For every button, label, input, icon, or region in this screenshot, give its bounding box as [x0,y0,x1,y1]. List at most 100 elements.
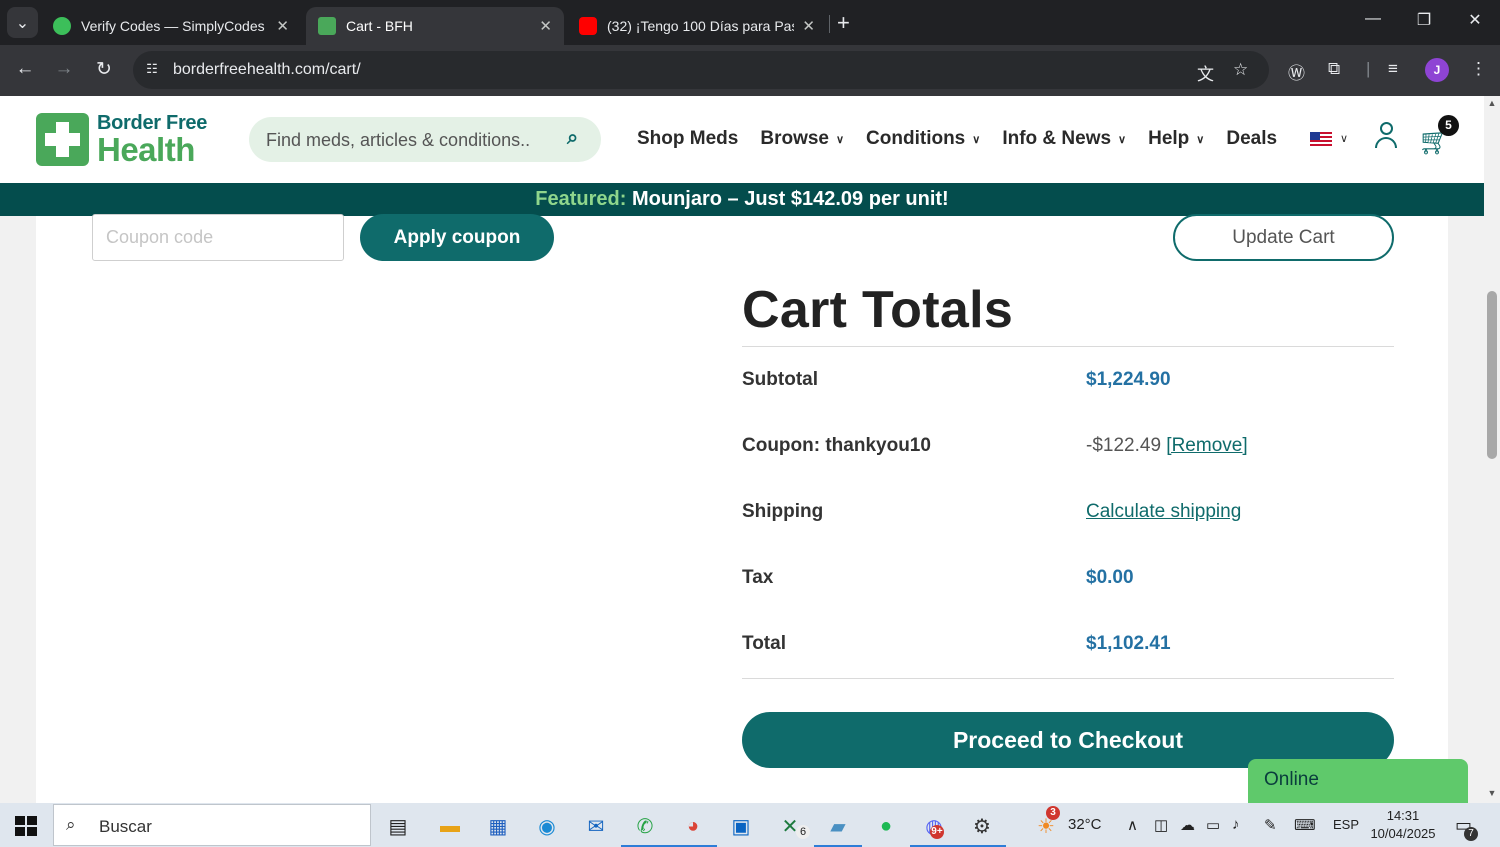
scroll-up-arrow-icon[interactable]: ▲ [1487,98,1497,108]
calculate-shipping-link[interactable]: Calculate shipping [1086,501,1241,523]
mail-icon[interactable]: ✉ [580,811,612,841]
restore-icon[interactable]: ❐ [1401,10,1447,30]
scrollbar-thumb[interactable] [1487,291,1497,459]
extension-w-icon[interactable]: Ⓦ [1288,59,1305,84]
logo-text-line1: Border Free [97,112,208,134]
tab-title: Cart - BFH [346,18,413,34]
address-bar[interactable]: ☷ borderfreehealth.com/cart/ 文 ☆ [133,51,1269,89]
edge-icon[interactable]: ◉ [531,811,563,841]
youtube-favicon-icon [579,17,597,35]
featured-promo-bar[interactable]: Featured: Mounjaro – Just $142.09 per un… [0,183,1484,216]
tab-youtube[interactable]: (32) ¡Tengo 100 Días para Pasar ✕ [567,7,827,45]
minimize-icon[interactable]: — [1350,10,1396,28]
settings-gear-icon[interactable]: ⚙ [958,811,1006,847]
search-icon: ⌕ [66,815,76,834]
menu-kebab-icon[interactable]: ⋮ [1470,59,1487,79]
network-icon[interactable]: ▭ [1206,816,1220,834]
taskbar-search-box[interactable]: ⌕ Buscar [53,804,371,846]
url-text[interactable]: borderfreehealth.com/cart/ [173,61,361,79]
total-value: $1,102.41 [1086,633,1171,654]
remove-coupon-link[interactable]: [Remove] [1166,435,1247,456]
chevron-down-icon: ∨ [972,133,981,146]
input-language[interactable]: ESP [1333,817,1359,832]
tab-title: Verify Codes — SimplyCodes [81,18,265,34]
chevron-down-icon[interactable]: ∨ [1340,132,1348,145]
tab-cart-bfh[interactable]: Cart - BFH ✕ [306,7,564,45]
chrome-icon[interactable]: ◕ [669,811,717,847]
media-controls-icon[interactable]: ≡ [1388,59,1398,79]
chevron-down-icon: ⌄ [15,14,30,32]
new-tab-plus-icon[interactable]: + [837,10,850,36]
cart-count-badge: 5 [1438,115,1459,136]
close-icon[interactable]: ✕ [539,17,552,35]
weather-temperature[interactable]: 32°C [1068,816,1102,833]
file-explorer-icon[interactable]: ▬ [434,811,466,841]
update-cart-button[interactable]: Update Cart [1173,214,1394,261]
nav-browse[interactable]: Browse ∨ [760,128,844,150]
search-placeholder: Find meds, articles & conditions.. [266,130,531,150]
microsoft-store-icon[interactable]: ▦ [482,811,514,841]
subtotal-label: Subtotal [742,369,818,390]
search-icon[interactable]: ⌕ [567,127,578,150]
whatsapp-icon[interactable]: ✆ [621,811,669,847]
nav-shop-meds[interactable]: Shop Meds [637,128,738,150]
web-page: Border Free Health Find meds, articles &… [0,96,1484,803]
account-user-icon[interactable] [1374,122,1398,150]
weather-alert-badge: 3 [1046,806,1060,820]
profile-avatar[interactable]: J [1425,58,1449,82]
nav-info-news[interactable]: Info & News ∨ [1002,128,1126,150]
cart-totals-heading: Cart Totals [742,281,1014,339]
onedrive-cloud-icon[interactable]: ☁ [1180,816,1195,834]
translate-icon[interactable]: 文 [1197,60,1214,85]
keyboard-icon[interactable]: ⌨ [1294,816,1316,834]
bookmark-star-icon[interactable]: ☆ [1233,60,1248,80]
windows-start-icon[interactable] [15,816,37,836]
nav-conditions[interactable]: Conditions ∨ [866,128,980,150]
extensions-puzzle-icon[interactable]: ⧉ [1328,59,1340,79]
close-icon[interactable]: ✕ [276,17,289,35]
subtotal-value: $1,224.90 [1086,369,1171,390]
divider [742,346,1394,347]
taskbar-clock[interactable]: 14:31 10/04/2025 [1370,807,1436,843]
tax-value: $0.00 [1086,567,1134,588]
back-arrow-icon[interactable]: ← [12,58,38,80]
tab-search-button[interactable]: ⌄ [7,7,38,38]
total-label: Total [742,633,786,654]
close-window-icon[interactable]: ✕ [1452,10,1498,30]
coupon-label: Coupon: thankyou10 [742,435,931,456]
outlook-icon[interactable]: ▣ [725,811,757,841]
divider [742,678,1394,679]
task-view-icon[interactable]: ▤ [382,811,414,841]
spotify-icon[interactable]: ● [870,811,902,841]
volume-icon[interactable]: ♪ [1232,816,1240,833]
chat-widget-tab[interactable]: Online [1248,759,1468,803]
nav-deals[interactable]: Deals [1226,128,1277,150]
reload-icon[interactable]: ↻ [91,58,117,81]
taskbar-search-text: Buscar [99,817,152,836]
promo-text: Mounjaro – Just $142.09 per unit! [631,188,949,210]
nav-help[interactable]: Help ∨ [1148,128,1204,150]
page-scrollbar[interactable]: ▲ ▼ [1484,96,1500,803]
tab-simplycodes[interactable]: Verify Codes — SimplyCodes ✕ [41,7,301,45]
tray-app-icon[interactable]: ◫ [1154,816,1168,834]
chevron-down-icon: ∨ [1118,133,1127,146]
scroll-down-arrow-icon[interactable]: ▼ [1487,788,1497,798]
site-info-icon[interactable]: ☷ [143,61,161,79]
site-logo[interactable]: Border Free Health [36,113,207,166]
coupon-discount-value: -$122.49 [1086,435,1162,456]
coupon-code-input[interactable]: Coupon code [92,214,344,261]
notepad-icon[interactable]: ▰ [814,811,862,847]
show-hidden-icons-chevron-icon[interactable]: ∧ [1127,816,1138,834]
pen-icon[interactable]: ✎ [1264,816,1277,834]
discord-badge: 9+ [930,825,944,839]
forward-arrow-icon[interactable]: → [51,58,77,80]
toolbar-divider: | [1366,59,1371,78]
apply-coupon-button[interactable]: Apply coupon [360,214,554,261]
clock-date: 10/04/2025 [1370,826,1436,841]
us-flag-icon[interactable] [1310,132,1332,146]
clock-time: 14:31 [1386,808,1420,823]
close-icon[interactable]: ✕ [802,17,815,35]
tab-separator [829,15,830,33]
site-search-input[interactable]: Find meds, articles & conditions.. ⌕ [249,117,601,162]
bfh-favicon-icon [318,17,336,35]
